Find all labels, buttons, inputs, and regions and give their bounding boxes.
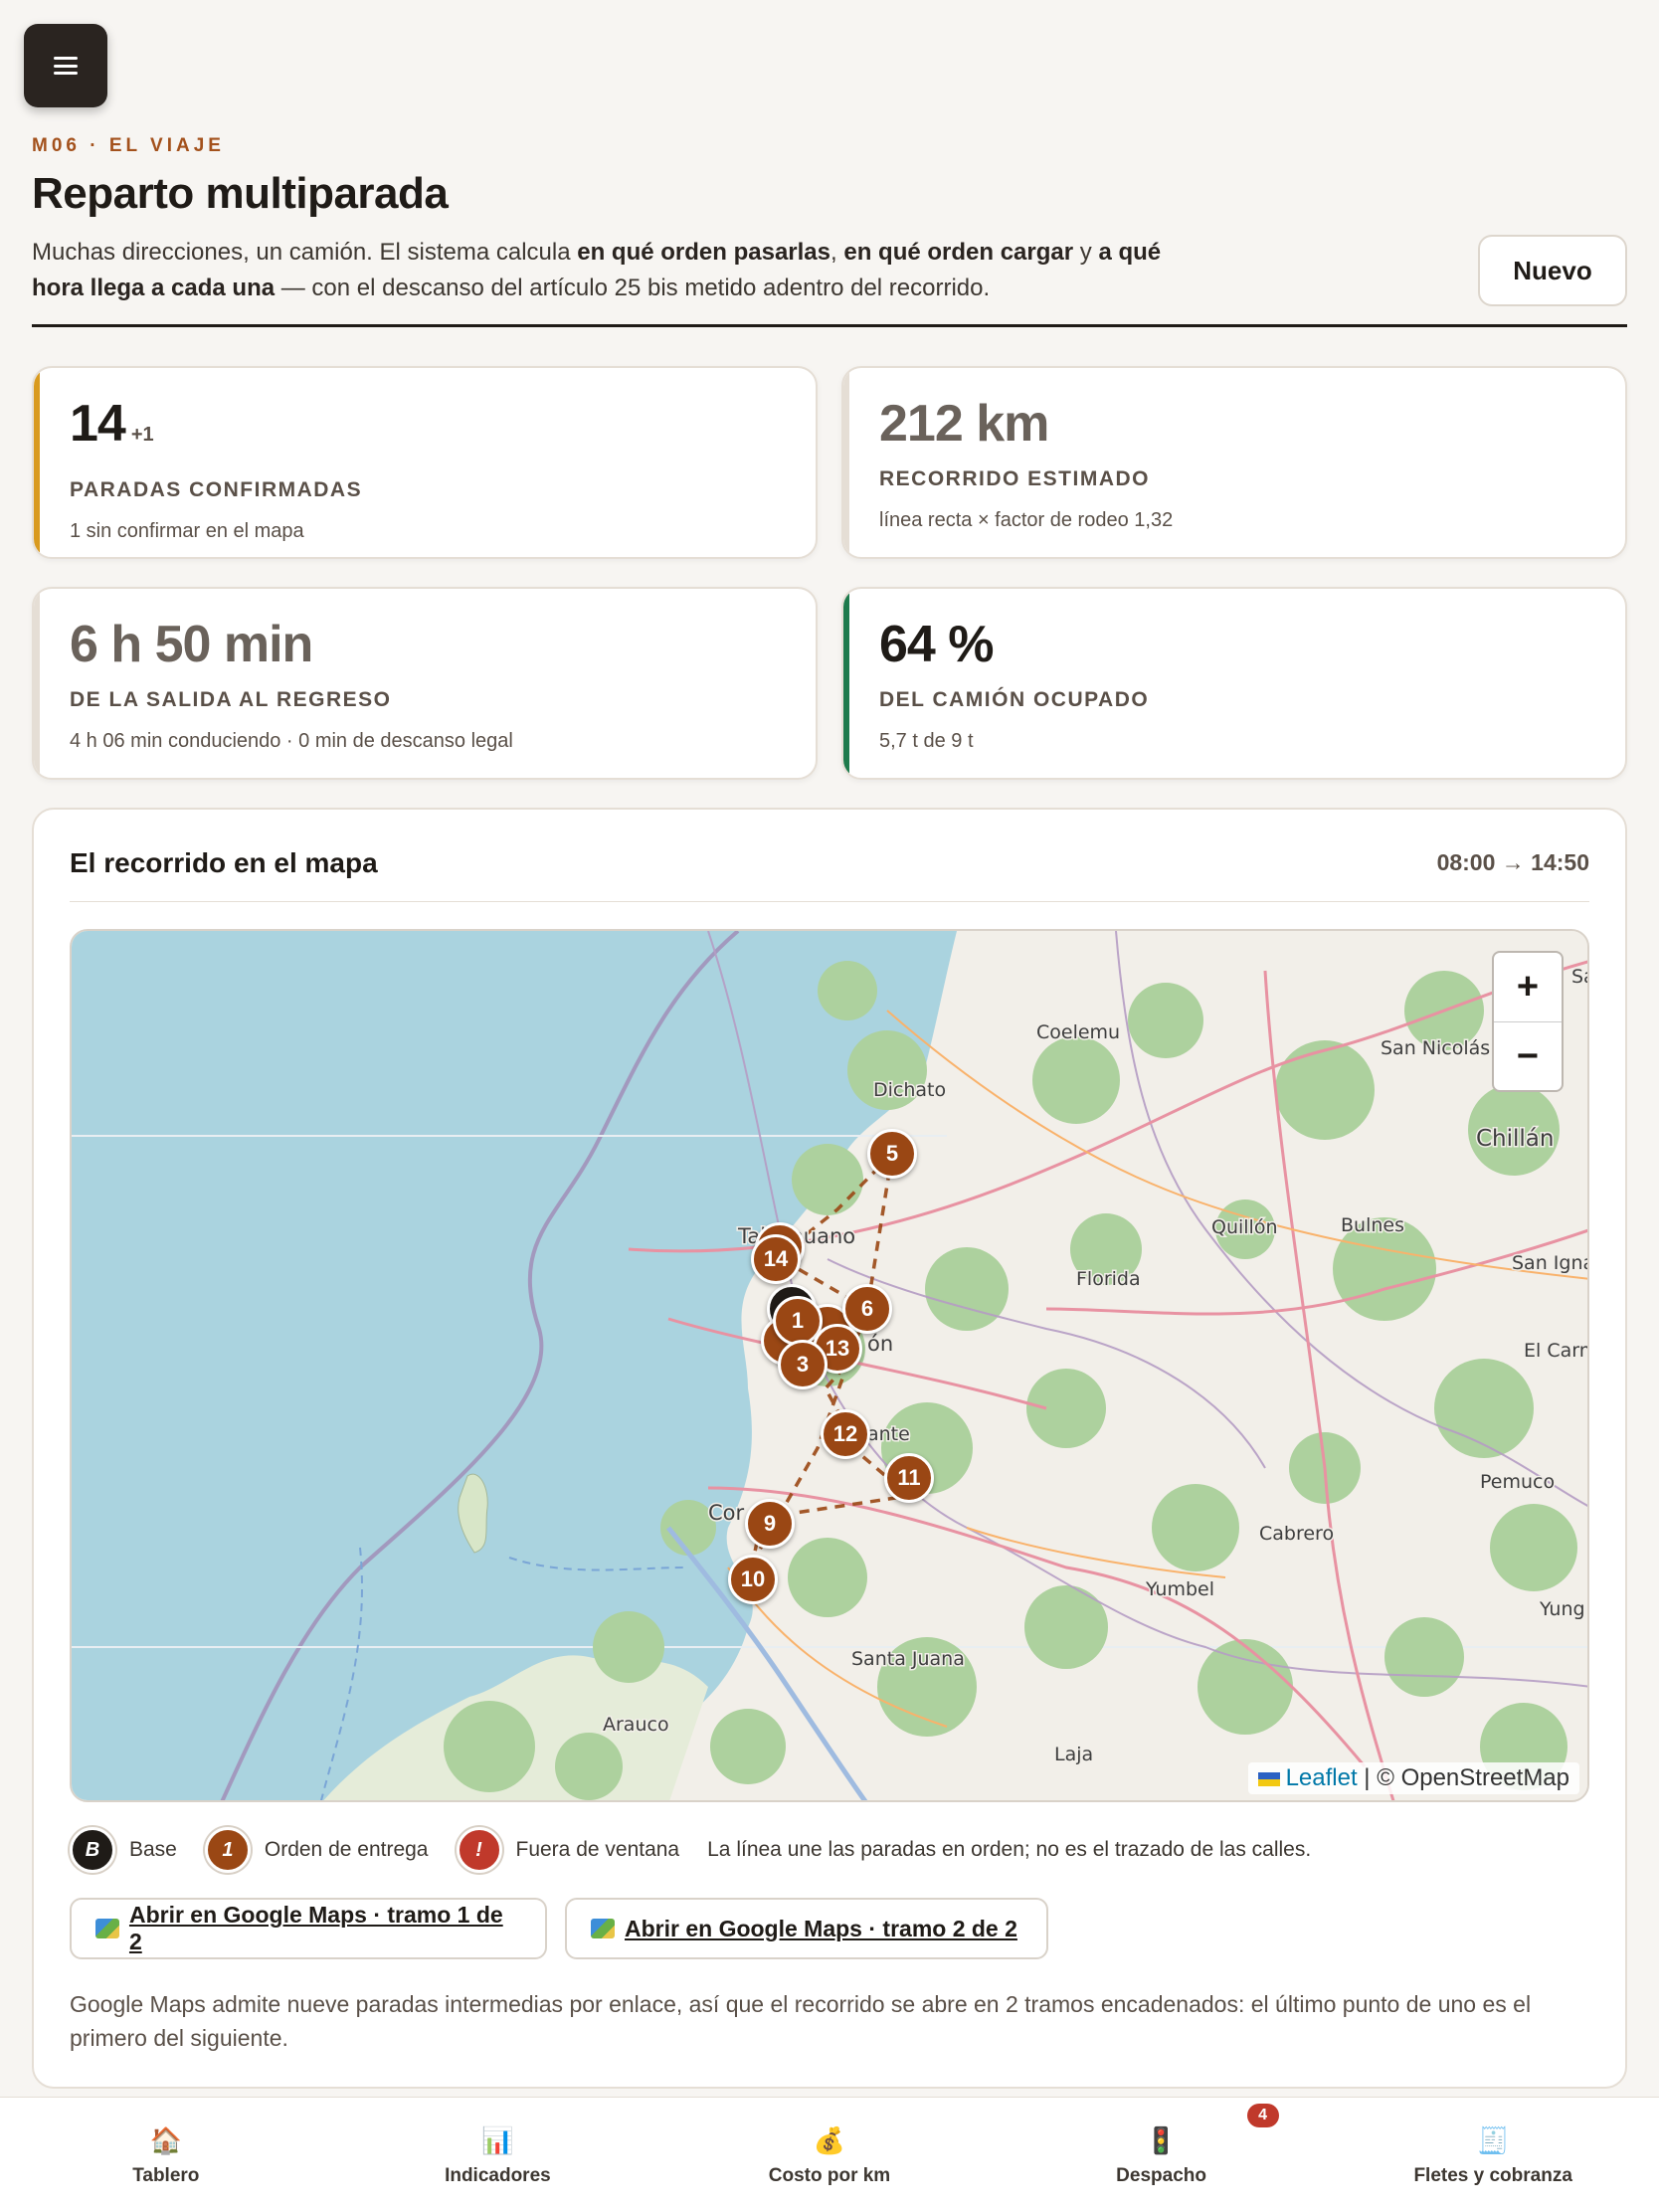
house-icon: 🏠 [149, 2124, 182, 2155]
bottom-nav: 🏠 Tablero 📊 Indicadores 💰 Costo por km 🚦 Des… [0, 2097, 1659, 2212]
place-label: Yumbel [1145, 1578, 1214, 1600]
kpi-sub: línea recta × factor de rodeo 1,32 [879, 509, 1174, 531]
kpi-value: 14 +1 [70, 395, 154, 453]
nav-indicadores[interactable]: 📊 Indicadores [332, 2098, 664, 2212]
kpi-distance: 212 km RECORRIDO ESTIMADO línea recta × … [841, 366, 1627, 559]
place-label: ón [867, 1332, 893, 1356]
hamburger-icon [54, 57, 78, 75]
place-label: Florida [1076, 1268, 1141, 1290]
place-label: Cabrero [1259, 1523, 1334, 1545]
kpi-value: 212 km [879, 395, 1049, 453]
place-label: Sa [1571, 966, 1589, 988]
base-marker-icon: B [70, 1827, 115, 1873]
bar-chart-icon: 📊 [481, 2124, 514, 2155]
page-description: Muchas direcciones, un camión. El sistem… [32, 239, 1162, 301]
place-label: Pemuco [1480, 1471, 1555, 1493]
zoom-out-button[interactable]: − [1494, 1021, 1562, 1090]
place-label: Cor [708, 1501, 745, 1525]
place-label: Bulnes [1341, 1214, 1404, 1236]
place-label: Santa Juana [851, 1648, 965, 1670]
stop-marker[interactable]: 3 [778, 1340, 828, 1389]
route-map[interactable]: Coelemu San Nicolás Dichato Chillán Talc… [70, 929, 1589, 1802]
legend-base: B Base [70, 1827, 177, 1873]
legend-late: ! Fuera de ventana [456, 1827, 679, 1873]
map-legend: B Base 1 Orden de entrega ! Fuera de ventan… [70, 1822, 1339, 1878]
place-label: Dichato [873, 1079, 946, 1101]
google-maps-leg-2-button[interactable]: Abrir en Google Maps · tramo 2 de 2 [565, 1898, 1048, 1959]
order-marker-icon: 1 [204, 1827, 251, 1873]
new-button[interactable]: Nuevo [1478, 235, 1627, 306]
kpi-value: 64 % [879, 616, 995, 673]
kpi-value: 6 h 50 min [70, 616, 313, 673]
place-label: Quillón [1211, 1216, 1278, 1238]
leaflet-link[interactable]: Leaflet [1286, 1764, 1358, 1791]
kpi-label: RECORRIDO ESTIMADO [879, 467, 1151, 490]
zoom-in-button[interactable]: + [1494, 953, 1562, 1021]
place-label: Arauco [603, 1714, 669, 1736]
traffic-light-icon: 🚦 [1145, 2124, 1178, 2155]
route-map-card: El recorrido en el mapa 08:00 → 14:50 Co… [32, 808, 1627, 2089]
kpi-accent [843, 589, 849, 778]
stop-marker[interactable]: 14 [751, 1234, 801, 1284]
kpi-accent [843, 368, 849, 557]
page-title: Reparto multiparada [32, 169, 449, 218]
nav-despacho[interactable]: 🚦 Despacho 4 [996, 2098, 1328, 2212]
stop-marker[interactable]: 12 [821, 1409, 870, 1459]
map-card-title: El recorrido en el mapa [70, 847, 378, 878]
money-bag-icon: 💰 [813, 2124, 846, 2155]
place-label: Coelemu [1036, 1021, 1120, 1043]
late-marker-icon: ! [456, 1827, 502, 1873]
kpi-accent [34, 589, 40, 778]
stop-marker[interactable]: 9 [745, 1499, 795, 1549]
place-label: Chillán [1476, 1126, 1554, 1152]
kpi-sub: 4 h 06 min conduciendo · 0 min de descan… [70, 730, 513, 752]
kpi-stops: 14 +1 PARADAS CONFIRMADAS 1 sin confirmar… [32, 366, 818, 559]
route-time-range: 08:00 → 14:50 [1436, 849, 1589, 875]
map-attribution: Leaflet | © OpenStreetMap [1247, 1762, 1579, 1794]
section-kicker: M06 · EL VIAJE [32, 135, 225, 156]
stop-marker[interactable]: 5 [867, 1129, 917, 1179]
nav-fletes-y-cobranza[interactable]: 🧾 Fletes y cobranza [1327, 2098, 1659, 2212]
kpi-label: PARADAS CONFIRMADAS [70, 478, 363, 501]
notification-badge: 4 [1246, 2104, 1279, 2127]
kpi-label: DEL CAMIÓN OCUPADO [879, 688, 1150, 711]
place-label: San Nicolás [1381, 1037, 1490, 1059]
map-icon [95, 1919, 119, 1938]
legend-order: 1 Orden de entrega [204, 1827, 429, 1873]
stop-marker[interactable]: 10 [728, 1555, 778, 1604]
ukraine-flag-icon [1257, 1771, 1280, 1786]
place-label: San Igna [1512, 1252, 1589, 1274]
kpi-load: 64 % DEL CAMIÓN OCUPADO 5,7 t de 9 t [841, 587, 1627, 780]
kpi-duration: 6 h 50 min DE LA SALIDA AL REGRESO 4 h 0… [32, 587, 818, 780]
receipt-icon: 🧾 [1476, 2124, 1510, 2155]
place-label: Laja [1054, 1744, 1093, 1765]
nav-costo-por-km[interactable]: 💰 Costo por km [663, 2098, 996, 2212]
stop-marker[interactable]: 11 [884, 1453, 934, 1503]
card-divider [70, 901, 1589, 902]
kpi-accent [34, 368, 40, 557]
google-maps-leg-1-button[interactable]: Abrir en Google Maps · tramo 1 de 2 [70, 1898, 547, 1959]
zoom-control: + − [1492, 951, 1564, 1092]
kpi-sub: 5,7 t de 9 t [879, 730, 974, 752]
map-icon [591, 1919, 615, 1938]
place-label: ante [867, 1423, 910, 1445]
kpi-sub: 1 sin confirmar en el mapa [70, 520, 304, 542]
nav-tablero[interactable]: 🏠 Tablero [0, 2098, 332, 2212]
google-maps-note: Google Maps admite nueve paradas interme… [70, 1991, 1532, 2051]
kpi-label: DE LA SALIDA AL REGRESO [70, 688, 392, 711]
menu-button[interactable] [24, 24, 107, 107]
legend-note: La línea une las paradas en orden; no es… [707, 1838, 1312, 1861]
place-label: El Carm [1524, 1340, 1589, 1362]
place-label: Yung [1539, 1598, 1585, 1620]
header-divider [32, 324, 1627, 327]
